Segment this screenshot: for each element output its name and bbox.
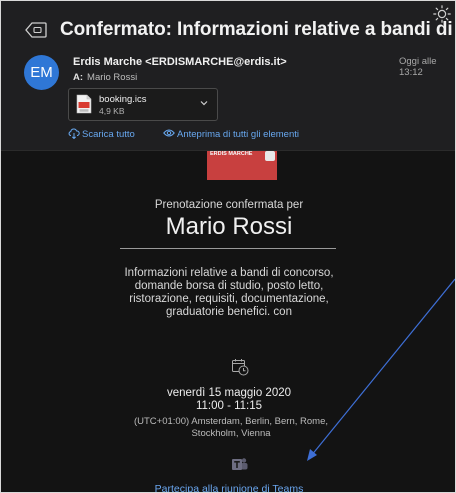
preview-all-label: Anteprima di tutti gli elementi <box>177 129 299 140</box>
eye-icon <box>163 129 175 137</box>
attendee-name: Mario Rossi <box>165 213 293 240</box>
sender-avatar[interactable]: EM <box>24 55 59 90</box>
recipient-name[interactable]: Mario Rossi <box>87 72 137 83</box>
attachment-booking-ics[interactable]: booking.ics 4,9 KB <box>68 88 218 121</box>
teams-icon <box>232 458 248 470</box>
meeting-description: Informazioni relative a bandi di concors… <box>124 267 334 318</box>
sender-address[interactable]: Erdis Marche <ERDISMARCHE@erdis.it> <box>73 56 287 68</box>
recipient-row: A: Mario Rossi <box>73 72 137 83</box>
erdis-marche-logo: ERDIS MARCHE <box>207 151 277 180</box>
attachment-size: 4,9 KB <box>99 106 125 116</box>
download-all-label: Scarica tutto <box>82 129 135 140</box>
divider-line <box>120 248 336 249</box>
label-tag-icon[interactable] <box>25 22 47 38</box>
chevron-down-icon[interactable] <box>200 100 208 106</box>
email-body: ERDIS MARCHE Prenotazione confermata per… <box>1 151 455 492</box>
email-subject: Confermato: Informazioni relative a band… <box>60 19 455 40</box>
cloud-download-icon <box>68 128 80 139</box>
logo-text: ERDIS MARCHE <box>210 151 253 157</box>
ics-file-icon <box>76 94 92 114</box>
to-label: A: <box>73 72 84 83</box>
meeting-time: 11:00 - 11:15 <box>195 400 263 412</box>
email-header: Confermato: Informazioni relative a band… <box>1 1 455 151</box>
received-date: Oggi alle 13:12 <box>399 56 437 78</box>
calendar-clock-icon <box>232 359 249 376</box>
email-reader-window: Confermato: Informazioni relative a band… <box>0 0 456 493</box>
logo-mark-icon <box>265 151 275 161</box>
meeting-timezone: (UTC+01:00) Amsterdam, Berlin, Bern, Rom… <box>133 416 329 439</box>
attachment-name: booking.ics <box>99 94 147 105</box>
sun-icon[interactable] <box>433 5 451 23</box>
subject-row: Confermato: Informazioni relative a band… <box>25 19 455 47</box>
confirmation-caption: Prenotazione confermata per <box>154 199 304 211</box>
meeting-date: venerdì 15 maggio 2020 <box>166 387 292 399</box>
join-teams-meeting-link[interactable]: Partecipa alla riunione di Teams <box>1 483 455 492</box>
